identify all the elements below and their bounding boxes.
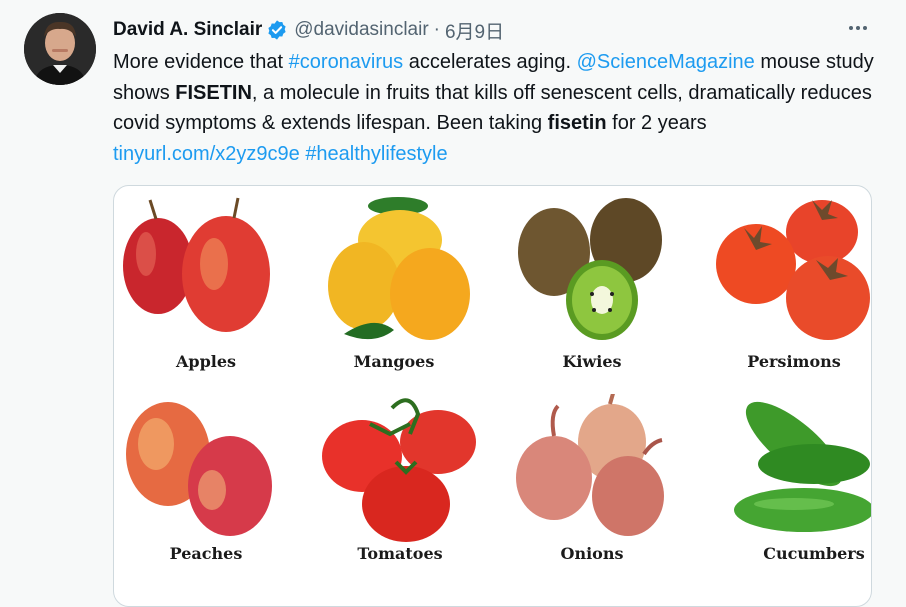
fruit-cell-apples: Apples <box>116 194 296 394</box>
more-options-icon <box>849 26 867 30</box>
fruit-cell-peaches: Peaches <box>116 394 296 594</box>
fruit-label: Kiwies <box>562 352 622 371</box>
fruit-label: Tomatoes <box>357 544 443 563</box>
more-options-button[interactable] <box>842 15 874 41</box>
bold-fisetin-lower: fisetin <box>547 112 607 134</box>
tweet: David A. Sinclair @davidasinclair · 6月9日… <box>0 0 906 607</box>
avatar[interactable] <box>24 13 96 85</box>
cucumbers-image <box>734 401 871 532</box>
fruit-label: Apples <box>175 352 237 371</box>
fruit-cell-tomatoes: Tomatoes <box>310 394 490 594</box>
tomatoes-image <box>322 398 476 542</box>
separator-dot: · <box>433 19 440 40</box>
fruit-cell-onions: Onions <box>502 394 682 594</box>
kiwies-image <box>518 198 662 340</box>
avatar-image <box>24 13 96 85</box>
mention-sciencemagazine[interactable]: @ScienceMagazine <box>577 51 755 73</box>
bold-fisetin: FISETIN <box>175 81 252 104</box>
fruit-label: Peaches <box>169 544 243 563</box>
fruit-cell-persimons: Persimons <box>704 194 871 394</box>
display-name[interactable]: David A. Sinclair <box>113 19 262 41</box>
fruit-label: Mangoes <box>353 352 435 371</box>
tweet-header: David A. Sinclair @davidasinclair · 6月9日 <box>113 17 504 43</box>
tweet-text: More evidence that #coronavirus accelera… <box>113 47 888 169</box>
onions-image <box>516 394 664 536</box>
persimons-image <box>716 200 870 340</box>
fruit-label: Cucumbers <box>763 544 865 563</box>
fruit-cell-mangoes: Mangoes <box>304 194 484 394</box>
apples-image <box>123 197 270 332</box>
fruit-label: Onions <box>560 544 624 563</box>
text-segment: accelerates aging. <box>403 51 577 73</box>
tinyurl-link[interactable]: tinyurl.com/x2yz9c9e <box>113 143 300 165</box>
verified-badge-icon <box>266 19 288 41</box>
fruit-cell-kiwies: Kiwies <box>502 194 682 394</box>
hashtag-healthylifestyle[interactable]: #healthylifestyle <box>305 143 447 165</box>
hashtag-coronavirus[interactable]: #coronavirus <box>289 51 404 73</box>
tweet-date[interactable]: 6月9日 <box>445 17 504 44</box>
fruit-label: Persimons <box>747 352 841 371</box>
text-segment: More evidence that <box>113 51 289 73</box>
tweet-media-image[interactable]: Apples Mangoes Kiwies Persimons Peaches … <box>113 185 872 607</box>
fruit-cell-cucumbers: Cucumbers <box>724 394 871 594</box>
mangoes-image <box>328 197 470 340</box>
peaches-image <box>126 402 272 536</box>
text-segment: for 2 years <box>606 112 707 134</box>
handle[interactable]: @davidasinclair <box>294 19 428 41</box>
